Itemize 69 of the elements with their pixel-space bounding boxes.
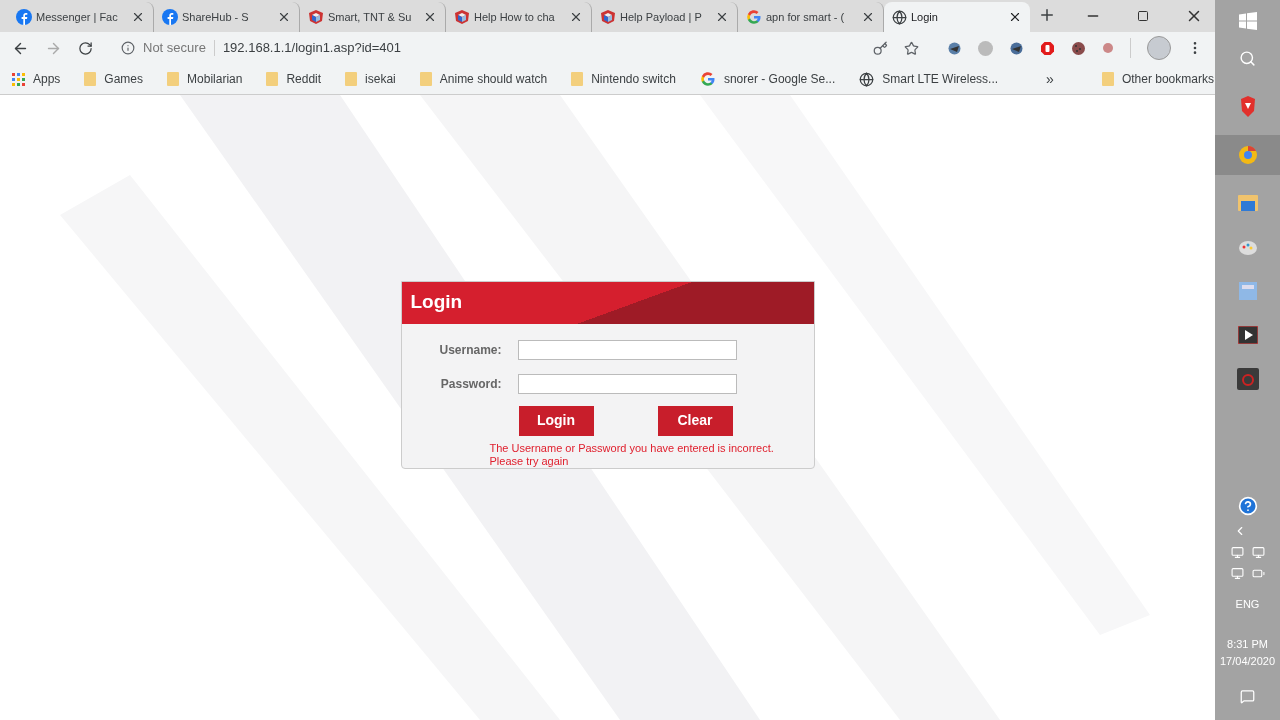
folder-icon [345, 72, 358, 86]
help-icon[interactable] [1237, 495, 1258, 516]
globe-icon [892, 9, 907, 25]
search-icon[interactable] [1239, 50, 1256, 67]
login-button[interactable]: Login [518, 405, 594, 436]
close-icon[interactable] [277, 10, 291, 24]
google-icon [746, 9, 762, 25]
browser-tab[interactable]: Login [884, 2, 1030, 32]
globe-icon [859, 71, 875, 87]
restore-icon[interactable] [1137, 10, 1149, 22]
cookie-icon[interactable] [1071, 40, 1086, 56]
error-message: The Username or Password you have entered is incorrect. Please try again [488, 440, 775, 468]
field-label: Username: [438, 341, 502, 359]
url-text: 192.168.1.1/login1.asp?id=401 [222, 39, 402, 58]
close-icon[interactable] [131, 10, 145, 24]
bookmark-item[interactable]: Mobilarian [167, 70, 243, 88]
key-icon[interactable] [873, 40, 888, 56]
close-icon[interactable] [1008, 10, 1022, 24]
facebook-icon [162, 9, 178, 25]
folder-icon [571, 72, 584, 86]
new-tab-icon[interactable] [1038, 6, 1056, 24]
bookmark-item[interactable]: isekai [345, 70, 396, 88]
folder-icon [419, 72, 432, 86]
apps-grid-icon [12, 72, 25, 86]
input-field[interactable] [517, 339, 737, 360]
security-label: Not secure [143, 39, 206, 58]
tab-title: apn for smart - ( [766, 9, 846, 25]
cube-icon [454, 9, 470, 25]
folder-icon [1101, 72, 1114, 86]
bookmarks-overflow[interactable]: » [1046, 68, 1054, 90]
google-icon [699, 71, 716, 87]
bookmark-item[interactable]: Other bookmarks [1101, 70, 1214, 88]
input-field[interactable] [517, 373, 737, 394]
stop-sign-icon[interactable] [1040, 40, 1055, 56]
folder-icon [266, 72, 279, 86]
monitor-icon[interactable] [1251, 545, 1265, 559]
tab-title: ShareHub - S [182, 9, 250, 25]
close-icon[interactable] [715, 10, 729, 24]
tab-title: Help How to cha [474, 9, 556, 25]
close-icon[interactable] [423, 10, 437, 24]
bookmark-item[interactable]: Games [84, 70, 144, 88]
bookmark-item[interactable]: Anime should watch [419, 70, 548, 88]
reload-icon[interactable] [78, 40, 93, 56]
tab-title: Help Payload | P [620, 9, 703, 25]
panel-title: Login [410, 290, 463, 315]
close-icon[interactable] [861, 10, 875, 24]
bookmark-star-icon[interactable] [904, 40, 919, 56]
windows-logo-icon[interactable] [1238, 12, 1257, 30]
extension-icon[interactable] [947, 40, 962, 56]
cube-icon [308, 9, 324, 25]
info-icon[interactable] [121, 41, 135, 55]
bookmark-item[interactable]: snorer - Google Se... [699, 70, 836, 88]
tab-title: Smart, TNT & Su [328, 9, 413, 25]
monitor-icon[interactable] [1230, 545, 1244, 559]
clear-button[interactable]: Clear [657, 405, 733, 436]
bookmark-item[interactable]: Smart LTE Wireless... [859, 70, 999, 88]
tab-title: Messenger | Fac [36, 9, 119, 25]
tab-title: Login [911, 9, 939, 25]
monitor-icon[interactable] [1230, 566, 1244, 580]
facebook-icon [16, 9, 32, 25]
cube-icon [600, 9, 616, 25]
close-icon[interactable] [569, 10, 583, 24]
extension-icon[interactable] [1009, 40, 1024, 56]
bookmark-item[interactable]: Apps [12, 70, 61, 88]
folder-icon [167, 72, 180, 86]
bookmark-item[interactable]: Reddit [266, 70, 322, 88]
bookmark-item[interactable]: Nintendo switch [571, 70, 676, 88]
folder-icon [84, 72, 97, 86]
field-label: Password: [439, 375, 502, 393]
